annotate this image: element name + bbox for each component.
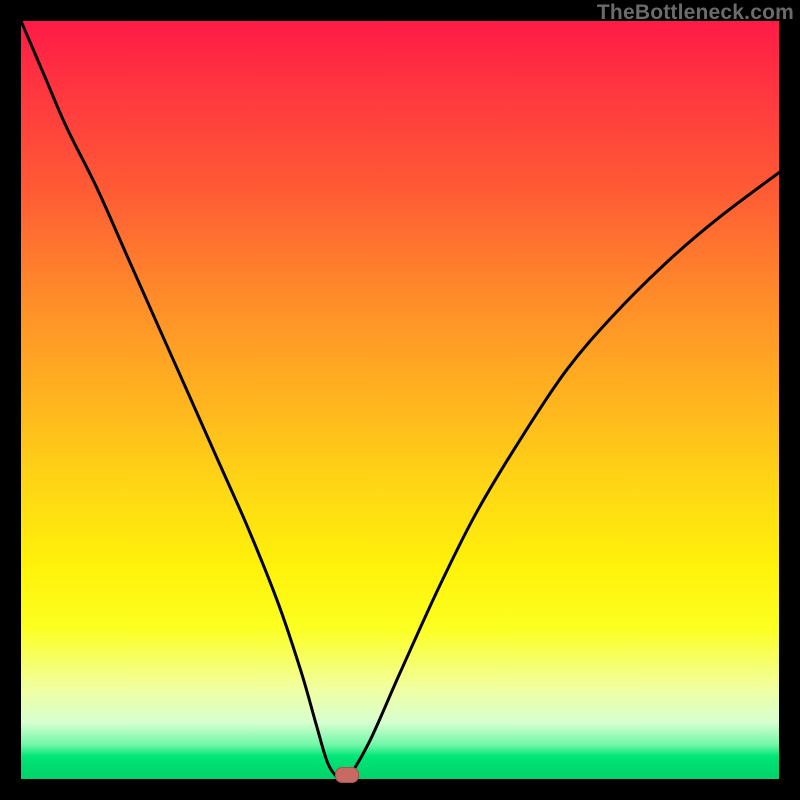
curve-svg — [21, 21, 779, 779]
chart-frame: TheBottleneck.com — [0, 0, 800, 800]
minimum-marker — [335, 767, 359, 783]
bottleneck-curve-path — [21, 21, 779, 779]
plot-area — [21, 21, 779, 779]
